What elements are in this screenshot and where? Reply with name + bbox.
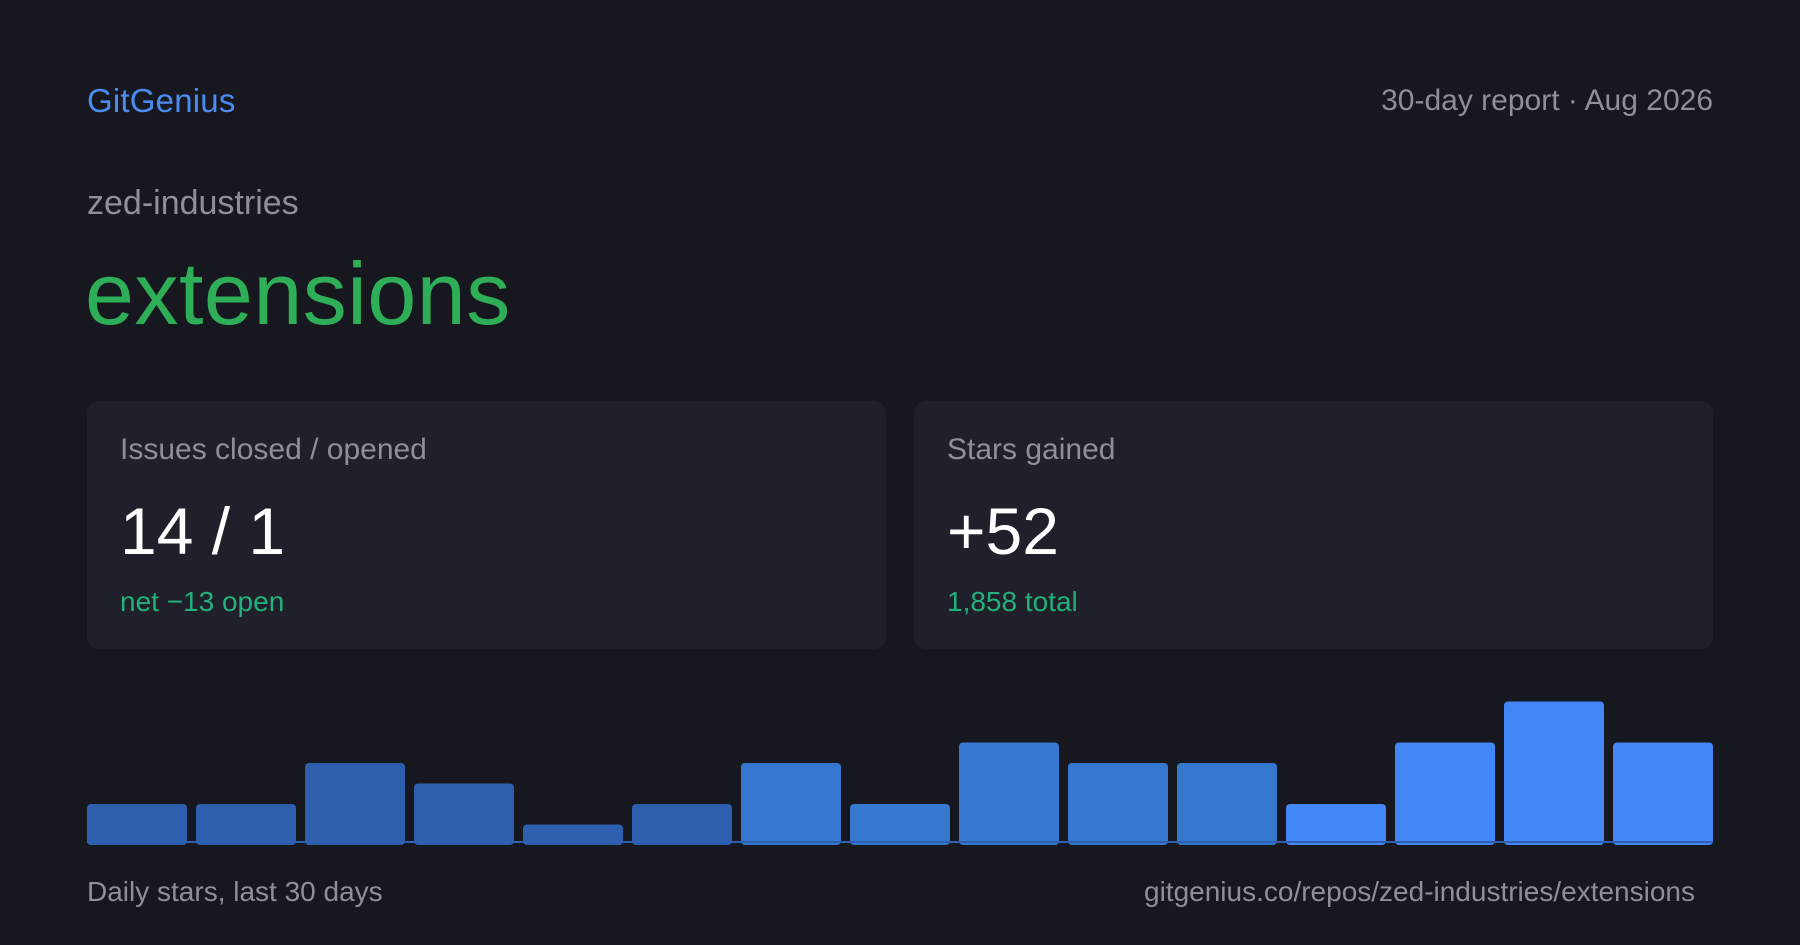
stars-total: 1,858 total	[947, 586, 1078, 617]
chart-baseline	[87, 841, 1713, 843]
report-card: GitGenius 30-day report · Aug 2026 zed-i…	[0, 0, 1800, 945]
bar-day-11	[1177, 763, 1277, 845]
bar-day-8	[850, 804, 950, 845]
bar-day-7	[741, 763, 841, 845]
bar-day-10	[1068, 763, 1168, 845]
bar-day-4	[414, 783, 514, 845]
bar-day-14	[1504, 701, 1604, 845]
brand-name: GitGenius	[87, 82, 236, 119]
stars-card: Stars gained +52 1,858 total	[914, 401, 1713, 649]
daily-stars-chart	[87, 701, 1713, 845]
bar-day-3	[305, 763, 405, 845]
issues-value: 14 / 1	[120, 494, 286, 568]
bar-day-6	[632, 804, 732, 845]
bar-day-15	[1613, 742, 1713, 845]
repo-url: gitgenius.co/repos/zed-industries/extens…	[1144, 876, 1695, 907]
report-period: 30-day report · Aug 2026	[1381, 84, 1713, 117]
stars-label: Stars gained	[947, 433, 1116, 466]
chart-caption: Daily stars, last 30 days	[87, 876, 383, 907]
bar-day-12	[1286, 804, 1386, 845]
issues-label: Issues closed / opened	[120, 433, 427, 466]
bar-day-13	[1395, 742, 1495, 845]
repo-name: extensions	[85, 244, 511, 343]
stars-value: +52	[947, 494, 1059, 568]
bar-day-9	[959, 742, 1059, 845]
issues-net: net −13 open	[120, 586, 285, 617]
bar-day-2	[196, 804, 296, 845]
issues-card: Issues closed / opened 14 / 1 net −13 op…	[87, 401, 886, 649]
repo-owner: zed-industries	[87, 184, 299, 222]
bar-day-1	[87, 804, 187, 845]
